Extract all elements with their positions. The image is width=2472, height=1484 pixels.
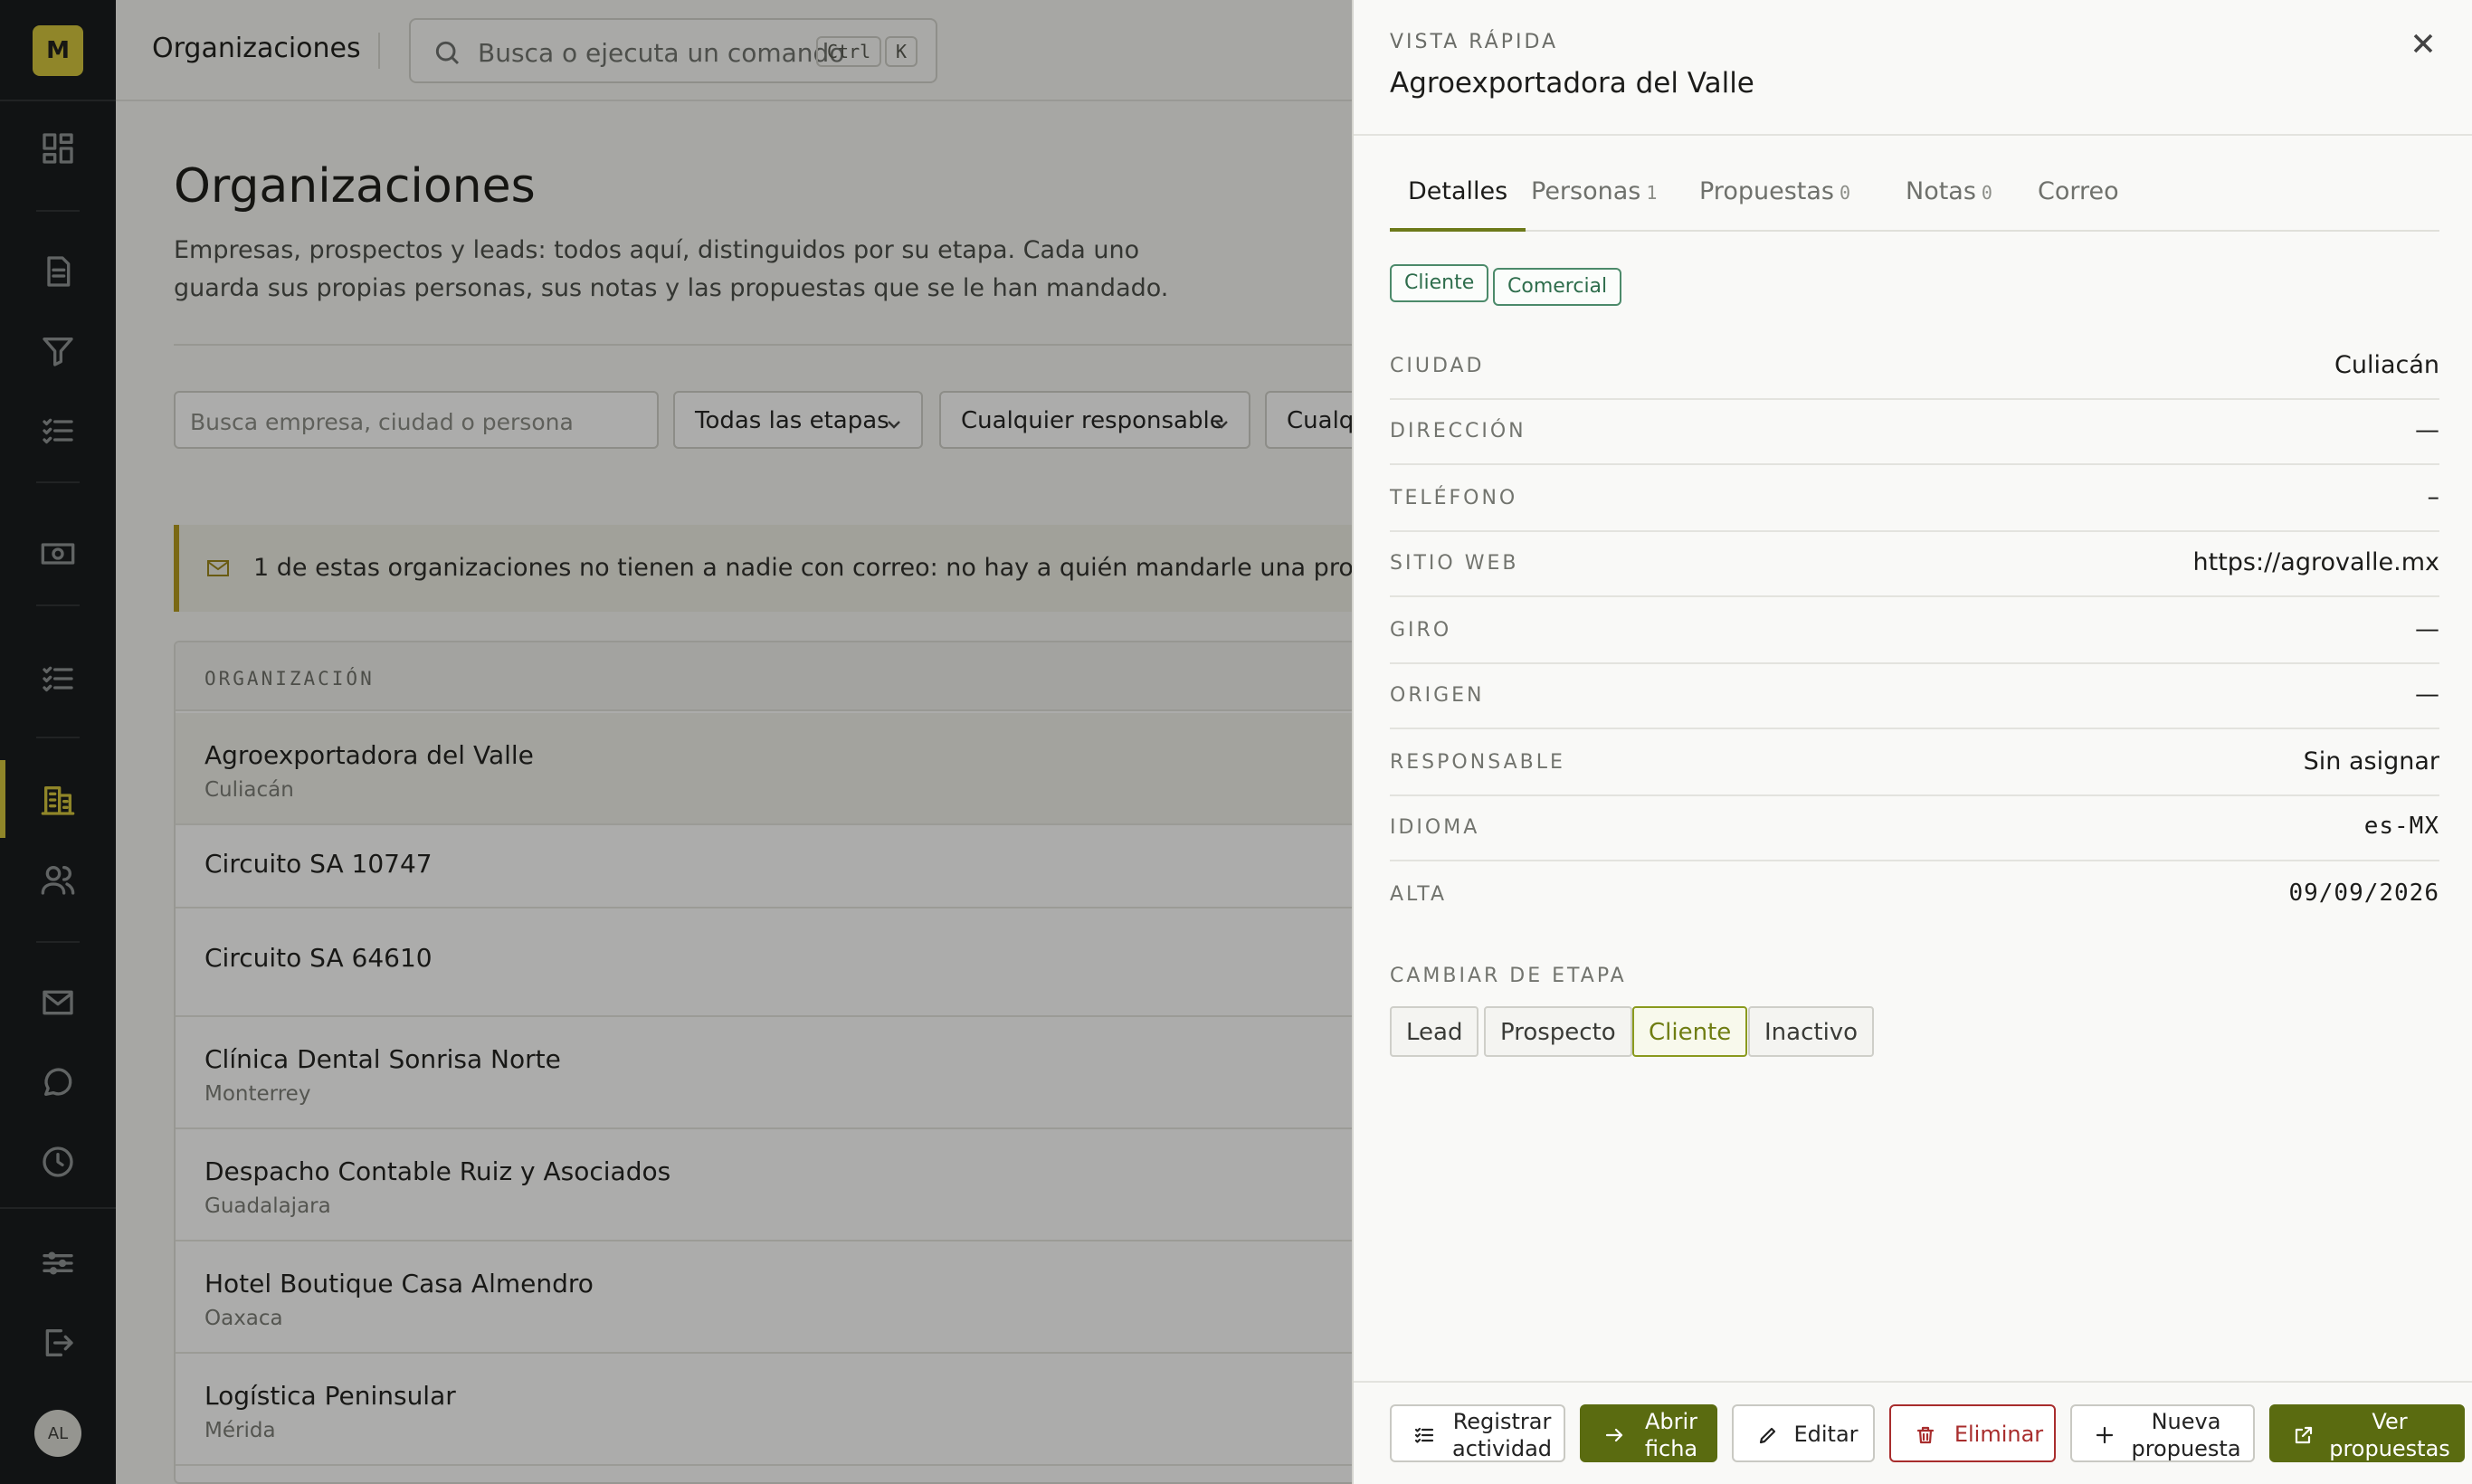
field-label: ORIGEN bbox=[1390, 684, 1485, 707]
drawer-tabs: Detalles Personas 1 Propuestas 0 Notas 0 Co… bbox=[1390, 177, 2439, 232]
list-icon bbox=[1413, 1424, 1435, 1446]
plus-icon bbox=[2094, 1424, 2115, 1446]
field-value: es-MX bbox=[2363, 813, 2439, 840]
tab-detalles[interactable]: Detalles bbox=[1390, 177, 1526, 232]
tab-label: Correo bbox=[2038, 177, 2119, 205]
quick-view-drawer: VISTA RÁPIDA Agroexportadora del Valle D… bbox=[1352, 0, 2472, 1484]
arrow-right-icon bbox=[1603, 1424, 1625, 1446]
field-alta: ALTA 09/09/2026 bbox=[1390, 863, 2439, 928]
field-value: — bbox=[2415, 615, 2439, 643]
pencil-icon bbox=[1757, 1424, 1779, 1446]
drawer-title: Agroexportadora del Valle bbox=[1390, 67, 1754, 100]
button-label: Ver propuestas bbox=[2329, 1409, 2450, 1461]
tab-label: Propuestas bbox=[1699, 177, 1834, 205]
divider bbox=[1354, 1381, 2472, 1383]
field-sitio-web: SITIO WEB https://agrovalle.mx bbox=[1390, 532, 2439, 597]
view-proposals-button[interactable]: Ver propuestas bbox=[2269, 1404, 2465, 1462]
field-label: DIRECCIÓN bbox=[1390, 420, 1526, 442]
new-proposal-button[interactable]: Nueva propuesta bbox=[2070, 1404, 2255, 1462]
field-value: Sin asignar bbox=[2303, 747, 2439, 775]
external-link-icon bbox=[2293, 1424, 2315, 1446]
tab-personas[interactable]: Personas 1 bbox=[1531, 177, 1657, 232]
field-label: RESPONSABLE bbox=[1390, 751, 1565, 774]
edit-button[interactable]: Editar bbox=[1732, 1404, 1875, 1462]
tab-correo[interactable]: Correo bbox=[2038, 177, 2119, 232]
tab-notas[interactable]: Notas 0 bbox=[1906, 177, 1992, 232]
stage-button-inactivo[interactable]: Inactivo bbox=[1748, 1006, 1875, 1057]
field-responsable: RESPONSABLE Sin asignar bbox=[1390, 731, 2439, 796]
field-idioma: IDIOMA es-MX bbox=[1390, 796, 2439, 861]
website-link[interactable]: https://agrovalle.mx bbox=[2193, 548, 2440, 576]
field-label: CIUDAD bbox=[1390, 355, 1485, 377]
field-value: — bbox=[2415, 680, 2439, 709]
button-label: Registrar actividad bbox=[1451, 1409, 1553, 1461]
stage-button-cliente[interactable]: Cliente bbox=[1632, 1006, 1748, 1057]
tab-label: Personas bbox=[1531, 177, 1641, 205]
field-label: GIRO bbox=[1390, 619, 1452, 642]
stage-badge: Cliente bbox=[1390, 264, 1489, 302]
field-telefono: TELÉFONO – bbox=[1390, 467, 2439, 532]
close-icon[interactable] bbox=[2407, 27, 2439, 60]
stage-button-prospecto[interactable]: Prospecto bbox=[1484, 1006, 1632, 1057]
tab-propuestas[interactable]: Propuestas 0 bbox=[1699, 177, 1850, 232]
field-label: SITIO WEB bbox=[1390, 552, 1519, 575]
log-activity-button[interactable]: Registrar actividad bbox=[1390, 1404, 1565, 1462]
field-origen: ORIGEN — bbox=[1390, 664, 2439, 729]
field-value: 09/09/2026 bbox=[2288, 880, 2439, 907]
stage-change-label: CAMBIAR DE ETAPA bbox=[1390, 965, 1627, 987]
field-label: ALTA bbox=[1390, 883, 1448, 906]
stage-button-lead[interactable]: Lead bbox=[1390, 1006, 1479, 1057]
open-record-button[interactable]: Abrir ficha bbox=[1580, 1404, 1717, 1462]
tab-count: 0 bbox=[1981, 182, 1992, 204]
field-value: Culiacán bbox=[2334, 351, 2439, 379]
type-badge: Comercial bbox=[1493, 268, 1622, 306]
drawer-label: VISTA RÁPIDA bbox=[1390, 31, 1559, 53]
button-label: Abrir ficha bbox=[1644, 1409, 1698, 1461]
button-label: Eliminar bbox=[1954, 1422, 2044, 1447]
field-label: IDIOMA bbox=[1390, 816, 1480, 839]
field-value: – bbox=[2427, 483, 2440, 511]
divider bbox=[1354, 134, 2472, 136]
trash-icon bbox=[1915, 1424, 1936, 1446]
tab-count: 1 bbox=[1646, 182, 1658, 204]
field-direccion: DIRECCIÓN — bbox=[1390, 400, 2439, 465]
field-ciudad: CIUDAD Culiacán bbox=[1390, 335, 2439, 400]
button-label: Nueva propuesta bbox=[2131, 1409, 2241, 1461]
tab-count: 0 bbox=[1839, 182, 1851, 204]
field-giro: GIRO — bbox=[1390, 599, 2439, 664]
modal-backdrop[interactable] bbox=[0, 0, 1352, 1484]
button-label: Editar bbox=[1793, 1422, 1859, 1447]
tab-label: Detalles bbox=[1408, 177, 1508, 205]
tab-label: Notas bbox=[1906, 177, 1976, 205]
delete-button[interactable]: Eliminar bbox=[1889, 1404, 2056, 1462]
field-value: — bbox=[2415, 416, 2439, 444]
field-label: TELÉFONO bbox=[1390, 487, 1518, 509]
